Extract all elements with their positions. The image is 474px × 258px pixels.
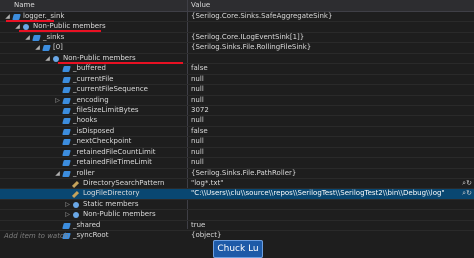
value-column-header[interactable]: Value [191, 1, 210, 9]
watch-row[interactable]: _buffered false [0, 64, 474, 75]
watch-header: Name Value [0, 0, 474, 12]
collapse-arrow-icon[interactable]: ◢ [44, 54, 51, 63]
row-value: 3072 [191, 105, 209, 114]
field-icon [62, 118, 71, 125]
field-icon [62, 149, 71, 156]
refresh-icon[interactable]: ↻ [466, 179, 472, 188]
watch-row[interactable]: ◢ _roller {Serilog.Sinks.File.PathRoller} [0, 169, 474, 179]
row-name: _nextCheckpoint [73, 137, 132, 146]
expand-arrow-icon[interactable]: ▷ [64, 210, 71, 219]
watch-row[interactable]: ▷ _encoding null [0, 96, 474, 106]
add-item-to-watch[interactable]: Add item to watch [4, 232, 68, 240]
watch-row[interactable]: ◢ _sinks {Serilog.Core.ILogEventSink[1]} [0, 32, 474, 44]
row-name: _sinks [43, 32, 65, 41]
members-group-icon [73, 212, 79, 219]
field-icon [62, 87, 71, 94]
row-value: {Serilog.Core.Sinks.SafeAggregateSink} [191, 12, 333, 20]
watch-row[interactable]: ◢ Non-Public members [0, 22, 474, 33]
collapse-arrow-icon[interactable]: ◢ [24, 33, 31, 42]
row-name: _roller [73, 168, 95, 177]
row-name: _currentFileSequence [73, 85, 148, 94]
row-name: _fileSizeLimitBytes [73, 105, 139, 114]
members-group-icon [73, 201, 79, 208]
row-value: null [191, 116, 204, 125]
field-icon [32, 34, 41, 41]
field-icon [62, 66, 71, 73]
row-name: Static members [83, 199, 139, 208]
field-icon [62, 139, 71, 146]
row-name: DirectorySearchPattern [83, 179, 165, 187]
watch-row[interactable]: _hooks null [0, 116, 474, 127]
row-name: _retainedFileCountLimit [73, 147, 156, 156]
collapse-arrow-icon[interactable]: ◢ [34, 43, 41, 52]
watch-row[interactable]: ▷ Non-Public members [0, 210, 474, 221]
watch-row[interactable]: LogFileDirectory "C:\\Users\\clu\\source\… [0, 189, 474, 200]
watch-row[interactable]: _currentFileSequence null [0, 85, 474, 96]
row-value: "log*.txt" [191, 179, 224, 187]
row-name: _isDisposed [73, 126, 115, 135]
name-column-header[interactable]: Name [14, 1, 35, 9]
watch-row[interactable]: DirectorySearchPattern "log*.txt" ⌕ ↻ [0, 179, 474, 190]
user-name-button[interactable]: Chuck Lu [213, 240, 263, 258]
row-name: _syncRoot [73, 231, 109, 240]
row-value: null [191, 137, 204, 146]
watch-row[interactable]: _retainedFileCountLimit null [0, 147, 474, 159]
property-icon [73, 181, 80, 188]
row-value: {Serilog.Core.ILogEventSink[1]} [191, 32, 305, 41]
field-icon [62, 128, 71, 135]
field-icon [62, 97, 71, 104]
collapse-arrow-icon[interactable]: ◢ [54, 169, 61, 178]
row-name: [0] [53, 43, 63, 52]
watch-row[interactable]: ◢ logger._sink {Serilog.Core.Sinks.SafeAgg… [0, 12, 474, 23]
row-name: Non-Public members [83, 210, 156, 219]
watch-rows: ◢ logger._sink {Serilog.Core.Sinks.SafeAgg… [0, 12, 474, 253]
watch-row[interactable]: ▷ Static members [0, 199, 474, 211]
watch-row[interactable]: ◢ [0] {Serilog.Sinks.File.RollingFileSink} [0, 43, 474, 54]
row-value: null [191, 85, 204, 94]
row-value: null [191, 147, 204, 156]
row-value: null [191, 158, 204, 167]
row-name: _retainedFileTimeLimit [73, 158, 152, 167]
row-value[interactable]: "C:\\Users\\clu\\source\\repos\\SerilogT… [191, 189, 445, 198]
field-icon [62, 170, 71, 177]
row-value: true [191, 220, 206, 229]
row-name: _shared [73, 220, 101, 229]
row-value: false [191, 126, 208, 135]
row-value: false [191, 64, 208, 73]
field-icon [62, 107, 71, 114]
field-icon [62, 160, 71, 167]
row-value: null [191, 95, 204, 104]
watch-row[interactable]: _isDisposed false [0, 126, 474, 138]
row-name: LogFileDirectory [83, 189, 140, 198]
row-value: {Serilog.Sinks.File.RollingFileSink} [191, 43, 312, 52]
property-icon [73, 191, 80, 198]
watch-row[interactable]: _fileSizeLimitBytes 3072 [0, 105, 474, 117]
expand-arrow-icon[interactable]: ▷ [54, 96, 61, 105]
watch-row[interactable]: ◢ Non-Public members [0, 54, 474, 65]
field-icon [42, 45, 51, 52]
row-name: _buffered [73, 64, 106, 73]
watch-row[interactable]: _retainedFileTimeLimit null [0, 158, 474, 169]
expand-arrow-icon[interactable]: ▷ [64, 200, 71, 209]
field-icon [62, 222, 71, 229]
row-value: null [191, 74, 204, 83]
watch-row[interactable]: _shared true [0, 220, 474, 232]
row-name: _hooks [73, 116, 98, 125]
row-value: {Serilog.Sinks.File.PathRoller} [191, 168, 297, 177]
watch-row[interactable]: _nextCheckpoint null [0, 137, 474, 148]
field-icon [62, 76, 71, 83]
row-name: _currentFile [73, 74, 114, 83]
watch-row[interactable]: _currentFile null [0, 74, 474, 86]
refresh-icon[interactable]: ↻ [466, 189, 472, 198]
row-name: _encoding [73, 95, 109, 104]
